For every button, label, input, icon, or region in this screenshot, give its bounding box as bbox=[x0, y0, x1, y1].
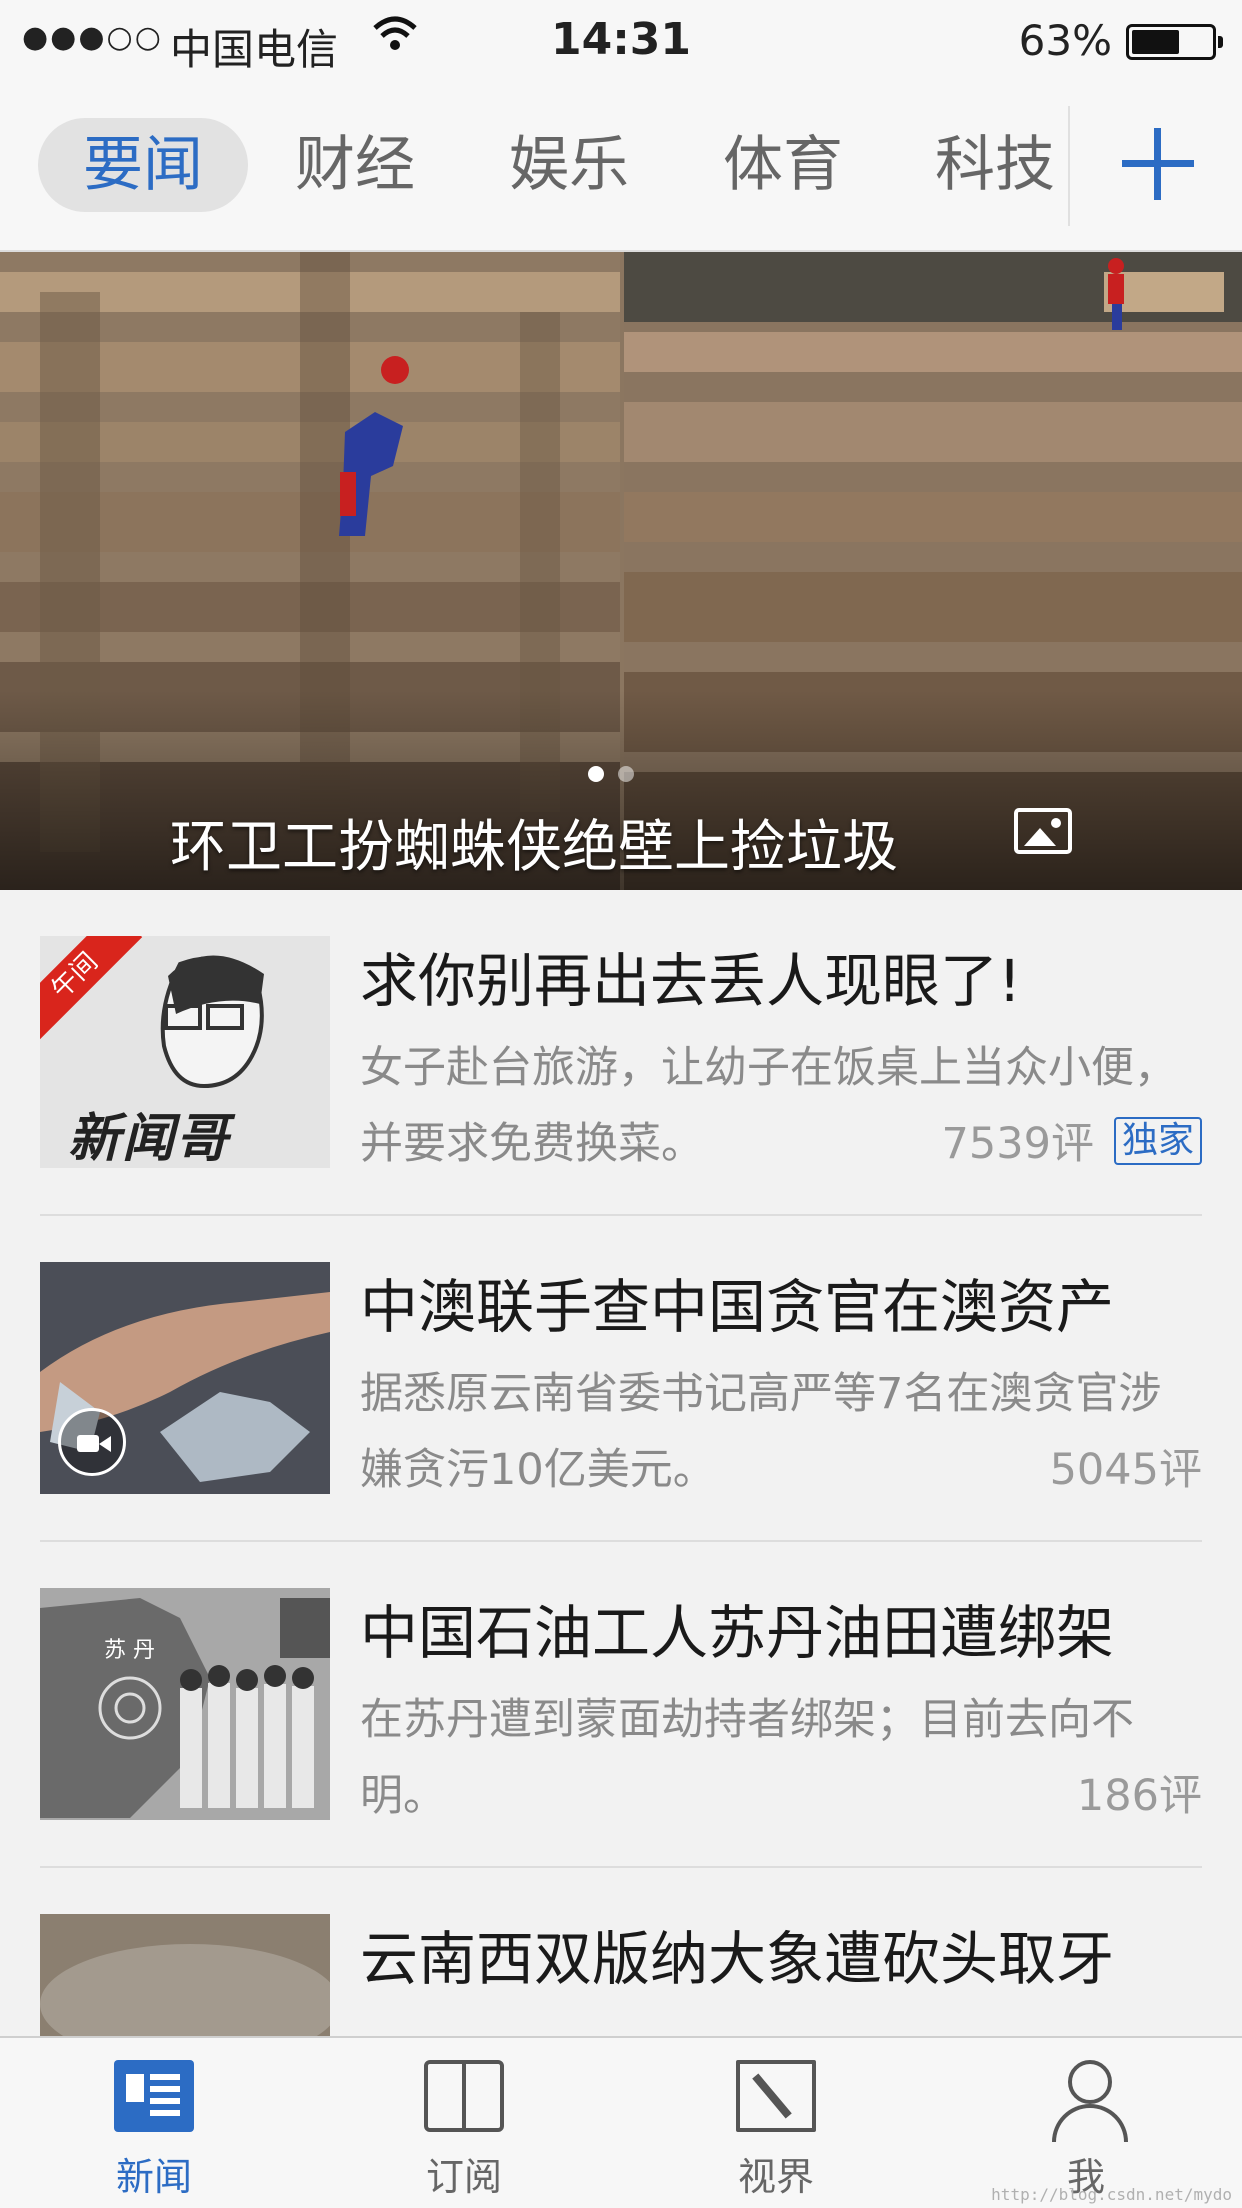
tabbar-label: 订阅 bbox=[425, 2155, 502, 2199]
watermark: http://blog.csdn.net/mydo bbox=[991, 2185, 1232, 2204]
plus-icon[interactable] bbox=[1118, 124, 1198, 204]
tab-divider bbox=[1068, 106, 1070, 226]
news-title: 云南西双版纳大象遭砍头取牙 bbox=[360, 1925, 1115, 1993]
comment-count: 7539评 bbox=[941, 1119, 1094, 1169]
tabbar-me[interactable]: 我 bbox=[996, 2052, 1176, 2202]
news-item[interactable]: 午间 新闻哥 求你别再出去丢人现眼了! 女子赴台旅游，让幼子在饭桌上当众小便，并… bbox=[40, 890, 1202, 1216]
news-thumbnail bbox=[40, 1262, 330, 1494]
person-icon bbox=[1046, 2060, 1128, 2142]
tab-caijing[interactable]: 财经 bbox=[252, 118, 458, 212]
status-bar: ●●●○○ 中国电信 14:31 63% bbox=[0, 0, 1242, 86]
news-title: 求你别再出去丢人现眼了! bbox=[360, 947, 1022, 1015]
hero-caption: 环卫工扮蜘蛛侠绝壁上捡垃圾 bbox=[170, 815, 898, 880]
tabbar-label: 视界 bbox=[737, 2155, 814, 2199]
battery-icon bbox=[1126, 24, 1223, 60]
carousel-page-indicator bbox=[588, 766, 648, 786]
carousel-dot bbox=[618, 766, 634, 782]
carousel-dot-active bbox=[588, 766, 604, 782]
tab-yaowen[interactable]: 要闻 bbox=[38, 118, 248, 212]
channel-tab-bar: 要闻 财经 娱乐 体育 科技 bbox=[0, 86, 1242, 252]
thumb-map-label: 苏 丹 bbox=[104, 1638, 155, 1663]
bottom-tab-bar: 新闻 订阅 视界 我 bbox=[0, 2036, 1242, 2208]
video-play-icon bbox=[58, 1408, 126, 1476]
news-item[interactable]: 苏 丹 中国石油工人苏丹油田遭绑架 在苏丹遭到蒙面劫持者绑架；目前去向不明。 1… bbox=[40, 1542, 1202, 1868]
image-gallery-icon bbox=[1014, 808, 1072, 854]
news-title: 中国石油工人苏丹油田遭绑架 bbox=[360, 1599, 1115, 1667]
battery-percentage: 63% bbox=[1018, 16, 1112, 65]
tab-tiyu[interactable]: 体育 bbox=[680, 118, 886, 212]
news-summary: 在苏丹遭到蒙面劫持者绑架；目前去向不明。 bbox=[360, 1695, 1134, 1821]
comment-count: 5045评 bbox=[1049, 1445, 1202, 1495]
news-meta: 186评 bbox=[1077, 1758, 1202, 1834]
hero-carousel[interactable]: 环卫工扮蜘蛛侠绝壁上捡垃圾 bbox=[0, 252, 1242, 890]
thumb-brand-text: 新闻哥 bbox=[68, 1109, 231, 1168]
tabbar-label: 新闻 bbox=[115, 2155, 192, 2199]
compass-icon bbox=[736, 2060, 816, 2132]
tabbar-vision[interactable]: 视界 bbox=[686, 2052, 866, 2202]
news-title: 中澳联手查中国贪官在澳资产 bbox=[360, 1273, 1115, 1341]
exclusive-badge: 独家 bbox=[1113, 1117, 1202, 1165]
comment-count: 186评 bbox=[1076, 1771, 1202, 1821]
news-thumbnail: 午间 新闻哥 bbox=[40, 936, 330, 1168]
news-meta: 7539评 独家 bbox=[942, 1106, 1202, 1182]
news-meta: 5045评 bbox=[1050, 1432, 1202, 1508]
tab-yule[interactable]: 娱乐 bbox=[466, 118, 672, 212]
news-item[interactable]: 中澳联手查中国贪官在澳资产 据悉原云南省委书记高严等7名在澳贪官涉嫌贪污10亿美… bbox=[40, 1216, 1202, 1542]
book-icon bbox=[424, 2060, 504, 2132]
news-thumbnail: 苏 丹 bbox=[40, 1588, 330, 1820]
tabbar-news[interactable]: 新闻 bbox=[64, 2052, 244, 2202]
tabbar-subscribe[interactable]: 订阅 bbox=[374, 2052, 554, 2202]
news-icon bbox=[114, 2060, 194, 2132]
